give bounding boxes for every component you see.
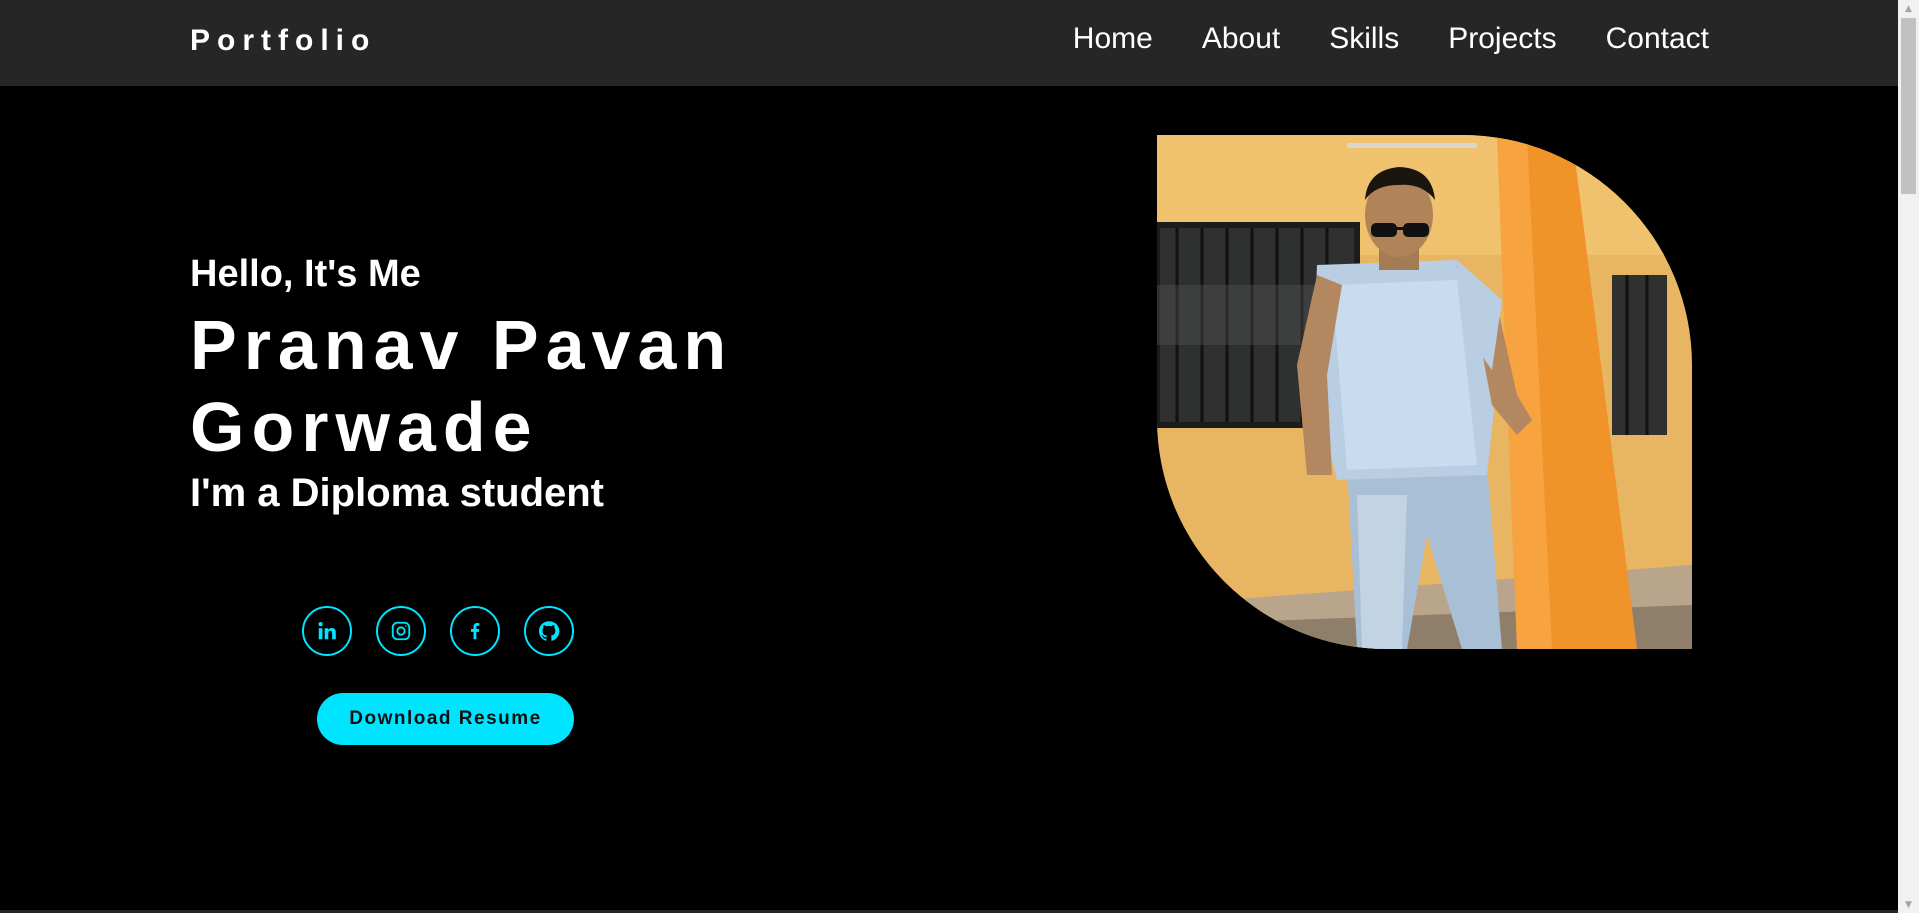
navbar: Portfolio Home About Skills Projects Con… bbox=[0, 0, 1898, 86]
nav-links: Home About Skills Projects Contact bbox=[1073, 22, 1709, 56]
greeting: Hello, It's Me bbox=[190, 253, 421, 295]
scroll-up-icon[interactable]: ▲ bbox=[1898, 0, 1919, 17]
nav-link-projects[interactable]: Projects bbox=[1448, 22, 1556, 56]
nav-link-contact[interactable]: Contact bbox=[1606, 22, 1709, 56]
download-resume-button[interactable]: Download Resume bbox=[317, 693, 574, 745]
scrollbar[interactable]: ▲ ▼ bbox=[1898, 0, 1919, 913]
github-icon[interactable] bbox=[524, 606, 574, 656]
brand-logo[interactable]: Portfolio bbox=[190, 24, 376, 58]
hero-role: I'm a Diploma student bbox=[190, 471, 605, 515]
instagram-icon[interactable] bbox=[376, 606, 426, 656]
profile-photo bbox=[1157, 135, 1692, 649]
nav-link-about[interactable]: About bbox=[1202, 22, 1280, 56]
nav-link-skills[interactable]: Skills bbox=[1329, 22, 1399, 56]
page: Portfolio Home About Skills Projects Con… bbox=[0, 0, 1919, 913]
linkedin-icon[interactable] bbox=[302, 606, 352, 656]
hero-text: Hello, It's Me Pranav Pavan Gorwade I'm … bbox=[190, 252, 790, 516]
facebook-icon[interactable] bbox=[450, 606, 500, 656]
social-links bbox=[302, 606, 574, 656]
hero-name: Pranav Pavan Gorwade bbox=[190, 306, 734, 466]
scroll-down-icon[interactable]: ▼ bbox=[1898, 896, 1919, 913]
scroll-thumb[interactable] bbox=[1901, 18, 1916, 194]
nav-link-home[interactable]: Home bbox=[1073, 22, 1153, 56]
